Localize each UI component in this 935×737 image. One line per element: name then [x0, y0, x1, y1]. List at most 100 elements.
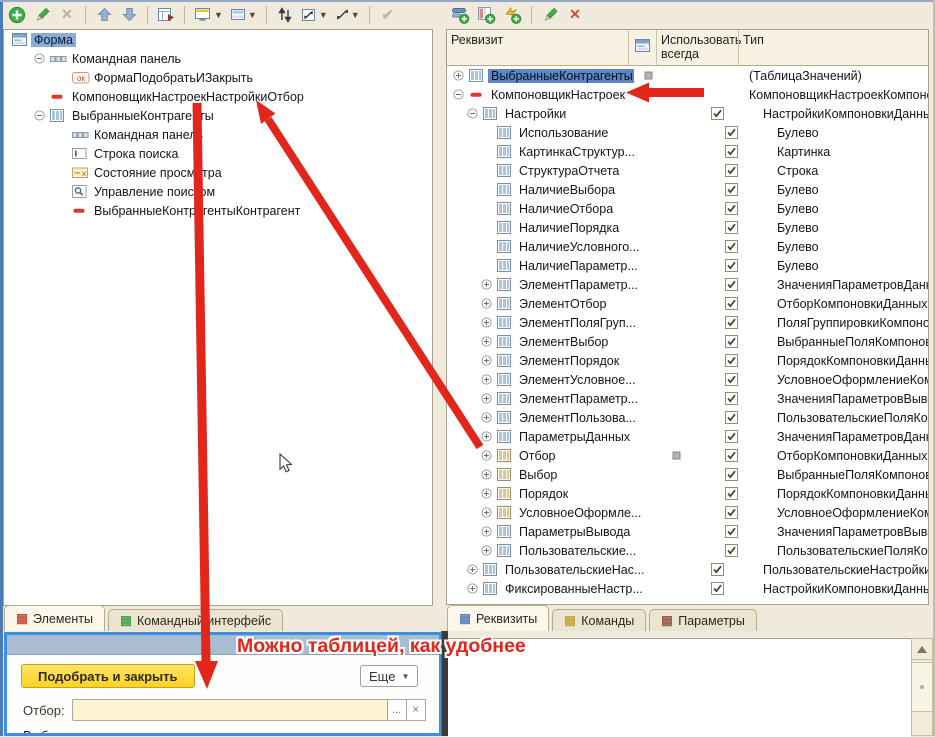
- expander-minus-icon[interactable]: [467, 108, 483, 120]
- checkbox-checked[interactable]: [725, 278, 738, 291]
- attribute-row[interactable]: ЭлементОтборОтборКомпоновкиДанных: [447, 294, 928, 313]
- add-command-icon[interactable]: [503, 4, 522, 26]
- expander-plus-icon[interactable]: [481, 450, 497, 462]
- move-up-icon[interactable]: [95, 4, 113, 26]
- preview-monitor-icon[interactable]: ▼: [194, 4, 223, 26]
- expander-plus-icon[interactable]: [481, 507, 497, 519]
- attribute-row[interactable]: ПорядокПорядокКомпоновкиДанных: [447, 484, 928, 503]
- attribute-row[interactable]: НаличиеПараметр...Булево: [447, 256, 928, 275]
- checkbox-checked[interactable]: [725, 392, 738, 405]
- checkbox-checked[interactable]: [725, 164, 738, 177]
- attribute-row[interactable]: ЭлементПоляГруп...ПоляГруппировкиКомпоно…: [447, 313, 928, 332]
- attribute-row[interactable]: НаличиеУсловного...Булево: [447, 237, 928, 256]
- expander-plus-icon[interactable]: [481, 317, 497, 329]
- checkbox-checked[interactable]: [725, 430, 738, 443]
- checkbox-checked[interactable]: [725, 354, 738, 367]
- vertical-scrollbar[interactable]: [911, 638, 933, 736]
- attribute-row[interactable]: Пользовательские...ПользовательскиеПоляК…: [447, 541, 928, 560]
- expander-plus-icon[interactable]: [481, 412, 497, 424]
- filter-ellipsis-button[interactable]: ...: [388, 699, 407, 721]
- attribute-row[interactable]: НаличиеОтбораБулево: [447, 199, 928, 218]
- pick-and-close-button[interactable]: Подобрать и закрыть: [21, 664, 195, 688]
- form-tree-item[interactable]: ВыбранныеКонтрагенты: [4, 106, 432, 125]
- tab-right-параметры[interactable]: Параметры: [649, 609, 757, 631]
- check-form-icon[interactable]: [157, 4, 175, 26]
- expander-plus-icon[interactable]: [481, 431, 497, 443]
- attribute-row[interactable]: ЭлементУсловное...УсловноеОформлениеКомп…: [447, 370, 928, 389]
- edit-icon[interactable]: [541, 4, 559, 26]
- checkbox-checked[interactable]: [725, 525, 738, 538]
- delete-icon[interactable]: ✕: [58, 4, 76, 26]
- resize-scale-icon[interactable]: ▼: [335, 4, 360, 26]
- attribute-row[interactable]: ЭлементПорядокПорядокКомпоновкиДанных: [447, 351, 928, 370]
- attribute-row[interactable]: ФиксированныеНастр...НастройкиКомпоновки…: [447, 579, 928, 598]
- filter-input[interactable]: [72, 699, 388, 721]
- checkbox-checked[interactable]: [711, 582, 724, 595]
- checkbox-checked[interactable]: [725, 544, 738, 557]
- form-tree-item[interactable]: Форма: [4, 30, 432, 49]
- checkbox-checked[interactable]: [725, 506, 738, 519]
- attribute-row[interactable]: ПараметрыВыводаЗначенияПараметровВыводаК…: [447, 522, 928, 541]
- expander-plus-icon[interactable]: [481, 336, 497, 348]
- attribute-row[interactable]: НаличиеПорядкаБулево: [447, 218, 928, 237]
- form-tree-item[interactable]: окФормаПодобратьИЗакрыть: [4, 68, 432, 87]
- form-tree-item[interactable]: Командная панель: [4, 49, 432, 68]
- more-button[interactable]: Еще ▼: [360, 665, 418, 687]
- attribute-row[interactable]: ЭлементПараметр...ЗначенияПараметровВыво…: [447, 389, 928, 408]
- column-header-main-attribute[interactable]: [628, 30, 656, 65]
- column-header-use-always[interactable]: Использовать всегда: [656, 30, 738, 65]
- form-tree-item[interactable]: Строка поиска: [4, 144, 432, 163]
- checkbox-checked[interactable]: [725, 202, 738, 215]
- expander-plus-icon[interactable]: [481, 279, 497, 291]
- filter-clear-button[interactable]: ×: [407, 699, 426, 721]
- add-table-attribute-icon[interactable]: [477, 4, 496, 26]
- column-header-type[interactable]: Тип: [738, 30, 928, 65]
- attribute-row[interactable]: НастройкиНастройкиКомпоновкиДанных: [447, 104, 928, 123]
- attribute-row[interactable]: ОтборОтборКомпоновкиДанных: [447, 446, 928, 465]
- checkbox-checked[interactable]: [725, 316, 738, 329]
- attribute-row[interactable]: КартинкаСтруктур...Картинка: [447, 142, 928, 161]
- expander-plus-icon[interactable]: [481, 298, 497, 310]
- expander-plus-icon[interactable]: [481, 526, 497, 538]
- attribute-row[interactable]: ВыбранныеКонтрагенты(ТаблицаЗначений): [447, 66, 928, 85]
- expander-plus-icon[interactable]: [481, 374, 497, 386]
- expander-plus-icon[interactable]: [453, 70, 469, 82]
- form-tree-item[interactable]: ВыбранныеКонтрагентыКонтрагент: [4, 201, 432, 220]
- attribute-row[interactable]: УсловноеОформле...УсловноеОформлениеКомп…: [447, 503, 928, 522]
- edit-icon[interactable]: [33, 4, 51, 26]
- attribute-row[interactable]: КомпоновщикНастроекКомпоновщикНастроекКо…: [447, 85, 928, 104]
- expander-plus-icon[interactable]: [481, 545, 497, 557]
- expander-plus-icon[interactable]: [481, 488, 497, 500]
- checkbox-checked[interactable]: [725, 183, 738, 196]
- delete-red-icon[interactable]: ✕: [566, 4, 584, 26]
- swap-arrows-icon[interactable]: [276, 4, 294, 26]
- expander-minus-icon[interactable]: [34, 110, 50, 122]
- checkbox-checked[interactable]: [725, 145, 738, 158]
- panels-icon[interactable]: ▼: [230, 4, 257, 26]
- expander-plus-icon[interactable]: [481, 393, 497, 405]
- expander-plus-icon[interactable]: [467, 564, 483, 576]
- form-tree-item[interactable]: xСостояние просмотра: [4, 163, 432, 182]
- scrollbar-thumb[interactable]: [912, 662, 932, 712]
- attribute-row[interactable]: ПользовательскиеНас...ПользовательскиеНа…: [447, 560, 928, 579]
- checkbox-checked[interactable]: [725, 449, 738, 462]
- checkbox-checked[interactable]: [725, 259, 738, 272]
- attribute-row[interactable]: ИспользованиеБулево: [447, 123, 928, 142]
- checkbox-checked[interactable]: [725, 297, 738, 310]
- checkbox-checked[interactable]: [725, 335, 738, 348]
- expander-minus-icon[interactable]: [453, 89, 469, 101]
- checkbox-checked[interactable]: [711, 563, 724, 576]
- expander-plus-icon[interactable]: [481, 355, 497, 367]
- attribute-row[interactable]: ЭлементПараметр...ЗначенияПараметровДанн…: [447, 275, 928, 294]
- attribute-row[interactable]: ЭлементВыборВыбранныеПоляКомпоновкиДанн.…: [447, 332, 928, 351]
- checkbox-checked[interactable]: [725, 126, 738, 139]
- attribute-row[interactable]: ВыборВыбранныеПоляКомпоновкиДанн...: [447, 465, 928, 484]
- attribute-row[interactable]: НаличиеВыбораБулево: [447, 180, 928, 199]
- expander-plus-icon[interactable]: [467, 583, 483, 595]
- checkbox-checked[interactable]: [725, 411, 738, 424]
- tab-right-реквизиты[interactable]: Реквизиты: [447, 605, 549, 631]
- form-tree-item[interactable]: КомпоновщикНастроекНастройкиОтбор: [4, 87, 432, 106]
- checkbox-checked[interactable]: [725, 240, 738, 253]
- resize-window-icon[interactable]: ▼: [301, 4, 328, 26]
- scrollbar-up-button[interactable]: [912, 639, 932, 660]
